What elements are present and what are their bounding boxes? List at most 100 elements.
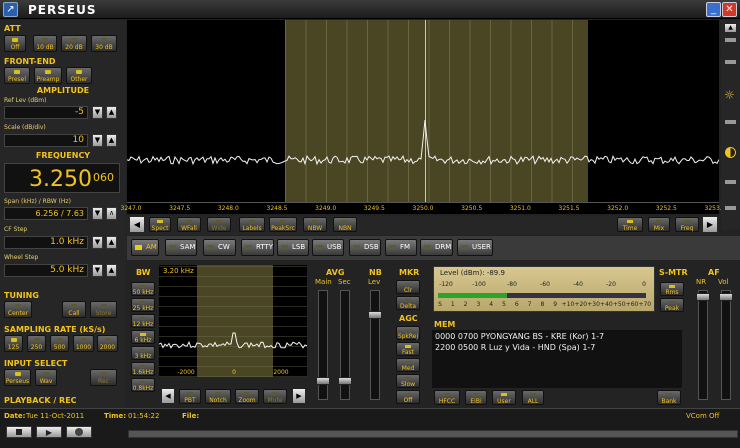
mode-user-button[interactable]: USER xyxy=(457,239,493,256)
strip-slider-4[interactable] xyxy=(725,180,736,184)
spect-button[interactable]: Spect xyxy=(149,217,171,232)
mode-am-button[interactable]: AM xyxy=(131,239,159,256)
att-20db-button[interactable]: 20 dB xyxy=(61,35,87,52)
wheel-step-down-icon[interactable]: ▼ xyxy=(92,264,103,277)
nb-level-knob[interactable] xyxy=(368,311,382,319)
zoom-button[interactable]: Zoom xyxy=(235,389,259,404)
scale-up-icon[interactable]: ▲ xyxy=(106,134,117,147)
freq-button[interactable]: Freq xyxy=(675,217,699,232)
mode-drm-button[interactable]: DRM xyxy=(420,239,453,256)
scroll-right-icon[interactable]: ▶ xyxy=(703,217,717,232)
notch-button[interactable]: Notch xyxy=(205,389,231,404)
sr-500-button[interactable]: 500 xyxy=(50,335,69,352)
input-rec-button[interactable]: Rec xyxy=(90,369,117,386)
scroll-left-icon[interactable]: ◀ xyxy=(130,217,144,232)
att-off-button[interactable]: Off xyxy=(4,35,26,52)
bw-6khz-button[interactable]: 6 kHz xyxy=(131,330,155,344)
span-field[interactable]: 6.256 / 7.63 xyxy=(4,207,88,220)
strip-slider-2[interactable] xyxy=(725,60,736,64)
strip-slider-3[interactable] xyxy=(725,120,736,124)
bw-1.6khz-button[interactable]: 1.6kHz xyxy=(131,362,155,376)
mem-user-button[interactable]: User xyxy=(492,390,516,405)
strip-slider-1[interactable] xyxy=(725,38,736,42)
wfall-button[interactable]: WFall xyxy=(177,217,201,232)
af-nr-knob[interactable] xyxy=(696,293,710,301)
time-button[interactable]: Time xyxy=(617,217,643,232)
agc-spkrej-button[interactable]: SpkRej xyxy=(396,326,420,340)
bw-3khz-button[interactable]: 3 kHz xyxy=(131,346,155,360)
span-down-icon[interactable]: ▼ xyxy=(92,207,103,220)
other-button[interactable]: Other xyxy=(66,67,92,84)
smtr-peak-button[interactable]: Peak xyxy=(660,298,684,312)
peaksrc-button[interactable]: PeakSrc xyxy=(269,217,297,232)
spectrum-display[interactable] xyxy=(127,20,719,202)
mode-cw-button[interactable]: CW xyxy=(203,239,236,256)
af-vol-slider[interactable] xyxy=(719,290,733,400)
bw-12khz-button[interactable]: 12 kHz xyxy=(131,314,155,328)
agc-slow-button[interactable]: Slow xyxy=(396,374,420,388)
bw-25khz-button[interactable]: 25 kHz xyxy=(131,298,155,312)
ref-level-up-icon[interactable]: ▲ xyxy=(106,106,117,119)
audio-scroll-right-icon[interactable]: ▶ xyxy=(293,389,305,403)
att-10db-button[interactable]: 10 dB xyxy=(33,35,57,52)
mem-bank-button[interactable]: Bank xyxy=(657,390,681,405)
audio-spectrum-display[interactable]: 3.20 kHz -2000 0 2000 xyxy=(159,265,307,377)
minimize-icon[interactable]: _ xyxy=(706,2,721,17)
agc-off-button[interactable]: Off xyxy=(396,390,420,404)
cf-step-field[interactable]: 1.0 kHz xyxy=(4,236,88,249)
record-icon[interactable] xyxy=(66,426,92,438)
avg-sec-slider[interactable] xyxy=(338,290,352,400)
mkr-delta-button[interactable]: Delta xyxy=(396,296,420,310)
presel-button[interactable]: Presel xyxy=(4,67,30,84)
input-wav-button[interactable]: Wav xyxy=(35,369,57,386)
sr-125-button[interactable]: 125 xyxy=(4,335,23,352)
audio-scroll-left-icon[interactable]: ◀ xyxy=(162,389,174,403)
cf-step-up-icon[interactable]: ▲ xyxy=(106,236,117,249)
att-30db-button[interactable]: 30 dB xyxy=(91,35,117,52)
pbt-button[interactable]: PBT xyxy=(179,389,201,404)
sr-250-button[interactable]: 250 xyxy=(27,335,46,352)
close-icon[interactable]: ✕ xyxy=(722,2,737,17)
play-icon[interactable]: ▶ xyxy=(36,426,62,438)
mem-hfcc-button[interactable]: HFCC xyxy=(434,390,460,405)
wide-button[interactable]: Wide xyxy=(207,217,231,232)
tuning-call-button[interactable]: Call xyxy=(62,301,86,318)
perseus-logo-icon[interactable]: ↗ xyxy=(3,2,18,17)
mem-entry[interactable]: 2200 0500 R Luz y Vida - HND (Spa) 1-7 xyxy=(435,343,595,352)
scale-down-icon[interactable]: ▼ xyxy=(92,134,103,147)
ref-level-field[interactable]: -5 xyxy=(4,106,88,119)
mem-list[interactable]: 0000 0700 PYONGYANG BS - KRE (Kor) 1-7 2… xyxy=(432,330,682,388)
mute-button[interactable]: Mute xyxy=(263,389,287,404)
wheel-step-up-icon[interactable]: ▲ xyxy=(106,264,117,277)
labels-button[interactable]: Labels xyxy=(239,217,265,232)
tuning-store-button[interactable]: Store xyxy=(90,301,117,318)
avg-sec-knob[interactable] xyxy=(338,377,352,385)
nbn-button[interactable]: NBN xyxy=(333,217,357,232)
frequency-display[interactable]: 3.250 060 xyxy=(4,163,120,193)
nb-level-slider[interactable] xyxy=(368,290,382,400)
mem-eibi-button[interactable]: EiBi xyxy=(465,390,487,405)
stop-icon[interactable] xyxy=(6,426,32,438)
mode-dsb-button[interactable]: DSB xyxy=(349,239,381,256)
mode-fm-button[interactable]: FM xyxy=(385,239,417,256)
playback-position-bar[interactable] xyxy=(128,430,738,438)
mode-lsb-button[interactable]: LSB xyxy=(277,239,309,256)
bw-0.8khz-button[interactable]: 0.8kHz xyxy=(131,378,155,392)
preamp-button[interactable]: Preamp xyxy=(34,67,62,84)
ref-level-down-icon[interactable]: ▼ xyxy=(92,106,103,119)
mem-all-button[interactable]: ALL xyxy=(522,390,544,405)
brightness-icon[interactable]: ☼ xyxy=(724,88,735,102)
strip-slider-5[interactable] xyxy=(725,206,736,210)
cf-step-down-icon[interactable]: ▼ xyxy=(92,236,103,249)
bw-50khz-button[interactable]: 50 kHz xyxy=(131,282,155,296)
af-nr-slider[interactable] xyxy=(696,290,710,400)
span-up-icon[interactable]: ∧ xyxy=(106,207,117,220)
avg-main-slider[interactable] xyxy=(316,290,330,400)
nbw-button[interactable]: NBW xyxy=(303,217,327,232)
smtr-rms-button[interactable]: Rms xyxy=(660,282,684,296)
agc-med-button[interactable]: Med xyxy=(396,358,420,372)
avg-main-knob[interactable] xyxy=(316,377,330,385)
wheel-step-field[interactable]: 5.0 kHz xyxy=(4,264,88,277)
mkr-clr-button[interactable]: Clr xyxy=(396,280,420,294)
sr-1000-button[interactable]: 1000 xyxy=(73,335,94,352)
